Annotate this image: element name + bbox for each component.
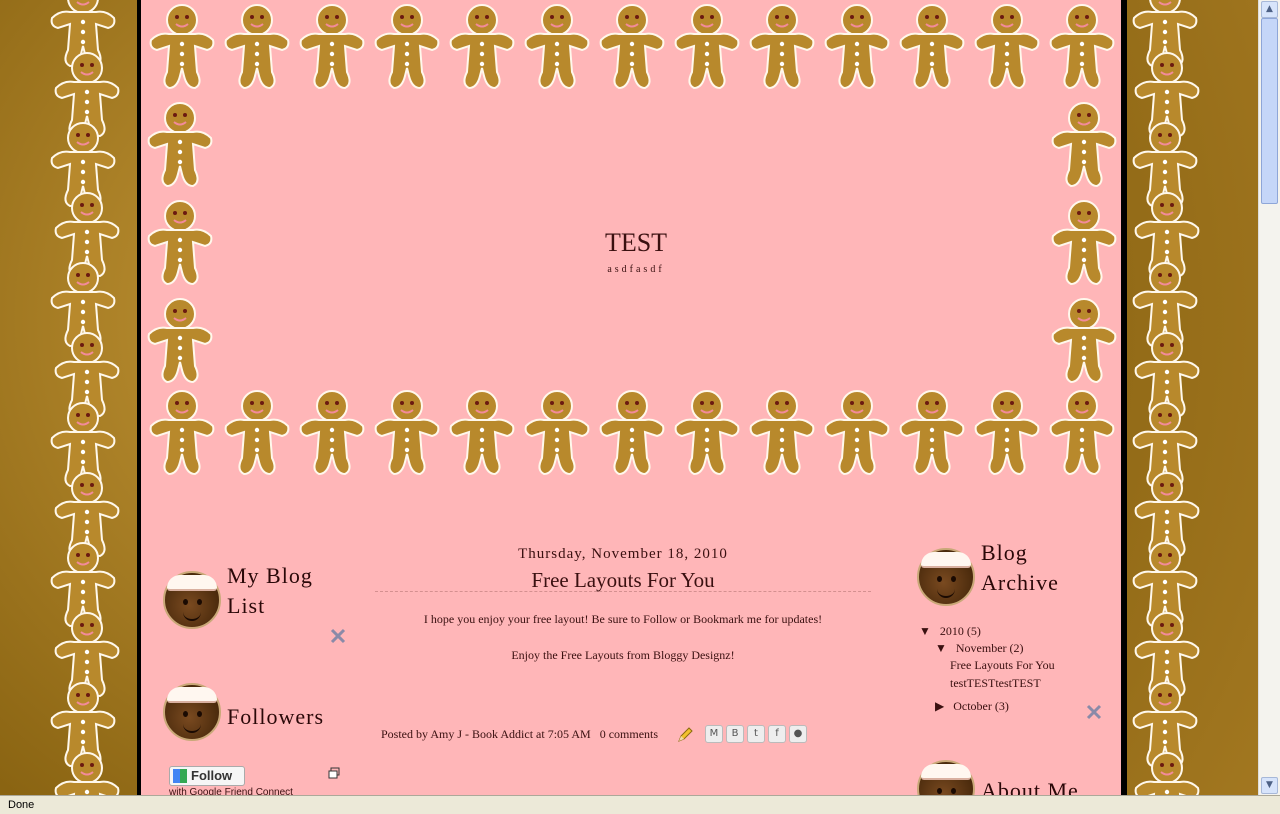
gingerbread-man-icon [597,388,667,476]
gingerbread-man-icon [222,2,292,90]
archive-post2-link[interactable]: testTESTtestTEST [950,676,1041,691]
gingerbread-man-icon [1047,2,1117,90]
gingerbread-avatar-icon [163,571,221,629]
post-at-label: at [536,727,545,741]
archive-month1-count: (2) [1009,641,1024,655]
gingerbread-man-icon [972,388,1042,476]
gingerbread-man-icon [672,2,742,90]
blog-icon[interactable]: B [726,725,744,743]
pencil-icon[interactable] [677,727,693,743]
follow-button-label: Follow [191,768,233,783]
gingerbread-man-icon [522,2,592,90]
gingerbread-avatar-icon [163,683,221,741]
archive-year-toggle[interactable]: ▼ 2010 (5) [919,624,981,639]
archive-month2-link[interactable]: October [953,699,992,713]
buzz-icon[interactable]: ● [789,725,807,743]
browser-viewport: TEST asdfasdf My Blog List Followers Fol… [0,0,1258,795]
gingerbread-man-icon [972,2,1042,90]
archive-month1-toggle[interactable]: ▼ November (2) [935,641,1024,656]
about-me-title: About Me [981,778,1079,795]
email-icon[interactable]: M [705,725,723,743]
gingerbread-man-icon [52,750,122,795]
gingerbread-man-icon [372,2,442,90]
blog-content-area: TEST asdfasdf My Blog List Followers Fol… [141,0,1121,795]
blog-header: TEST asdfasdf [141,0,1121,500]
post-author-link[interactable]: Amy J - Book Addict [430,727,533,741]
gingerbread-man-icon [147,2,217,90]
gingerbread-man-icon [147,388,217,476]
facebook-icon[interactable]: f [768,725,786,743]
gingerbread-man-icon [747,388,817,476]
blog-list-title-line1: My Blog [227,563,313,588]
gingerbread-man-icon [222,388,292,476]
post-title[interactable]: Free Layouts For You [373,568,873,593]
gingerbread-man-icon [747,2,817,90]
gingerbread-man-icon [447,388,517,476]
gingerbread-avatar-icon [917,548,975,606]
gingerbread-man-icon [672,388,742,476]
gingerbread-avatar-icon [917,760,975,795]
twitter-icon[interactable]: t [747,725,765,743]
post-body-line1: I hope you enjoy your free layout! Be su… [423,612,823,626]
status-text: Done [8,799,35,811]
gingerbread-man-icon [372,388,442,476]
archive-post1-link[interactable]: Free Layouts For You [950,658,1055,673]
post-title-divider [375,591,871,592]
post-comments-link[interactable]: 0 comments [600,727,658,741]
gingerbread-man-icon [1047,388,1117,476]
archive-year-link[interactable]: 2010 [940,624,964,638]
archive-month1-link[interactable]: November [956,641,1007,655]
archive-title-line2: Archive [981,570,1059,595]
gingerbread-man-icon [522,388,592,476]
gingerbread-man-icon [297,2,367,90]
background-gingerbread-right [1126,0,1222,795]
blog-description: asdfasdf [607,264,665,275]
post-body-line2: Enjoy the Free Layouts from Bloggy Desig… [511,648,735,662]
gingerbread-man-icon [897,388,967,476]
gingerbread-man-icon [145,296,215,384]
blog-container: TEST asdfasdf My Blog List Followers Fol… [137,0,1127,795]
gingerbread-man-icon [597,2,667,90]
google-icon [173,769,187,783]
gingerbread-man-icon [822,388,892,476]
posted-by-label: Posted by [381,727,429,741]
archive-title-line1: Blog [981,540,1028,565]
status-bar: Done [0,795,1280,814]
post-footer: Posted by Amy J - Book Addict at 7:05 AM… [381,727,658,742]
followers-title: Followers [227,704,324,729]
scroll-up-button[interactable]: ▲ [1261,1,1278,18]
post-time-link[interactable]: 7:05 AM [548,727,591,741]
gingerbread-man-icon [822,2,892,90]
edit-widget-icon[interactable] [329,627,347,645]
gingerbread-man-icon [447,2,517,90]
gingerbread-man-icon [1049,100,1119,188]
follow-caption: with Google Friend Connect [169,787,293,795]
archive-month2-count: (3) [994,699,1009,713]
gingerbread-man-icon [897,2,967,90]
blog-title[interactable]: TEST [141,228,1121,258]
scroll-thumb[interactable] [1261,18,1278,204]
archive-title: Blog Archive [981,538,1059,598]
gingerbread-man-icon [297,388,367,476]
edit-widget-icon[interactable] [1085,703,1103,721]
blog-list-title-line2: List [227,593,266,618]
popout-icon[interactable] [328,767,340,779]
background-gingerbread-left [42,0,138,795]
vertical-scrollbar[interactable]: ▲ ▼ [1258,0,1280,795]
archive-year-count: (5) [966,624,981,638]
gingerbread-man-icon [1049,296,1119,384]
scroll-down-button[interactable]: ▼ [1261,777,1278,794]
gingerbread-man-icon [1132,750,1202,795]
gingerbread-man-icon [145,100,215,188]
follow-button[interactable]: Follow [169,766,245,786]
post-date: Thursday, November 18, 2010 [518,546,728,562]
blog-list-title: My Blog List [227,561,313,621]
archive-month2-toggle[interactable]: ▶ October (3) [935,699,1009,714]
